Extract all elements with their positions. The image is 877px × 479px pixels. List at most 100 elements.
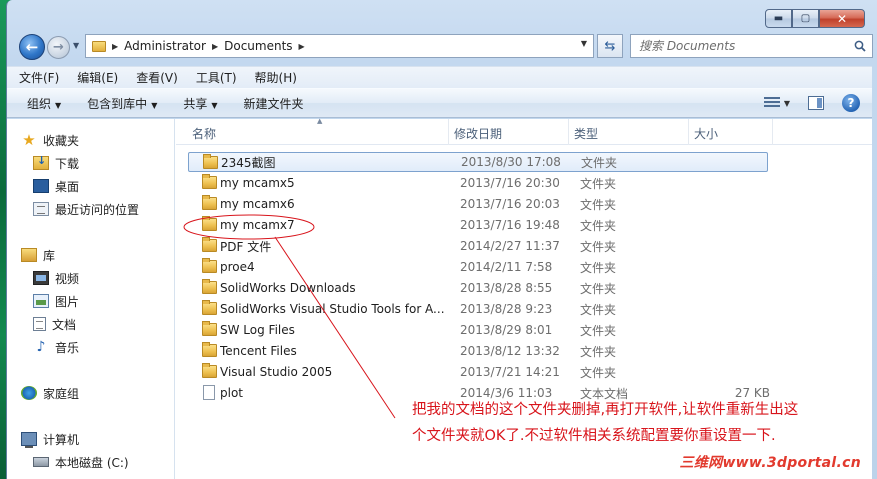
nav-recent[interactable]: 最近访问的位置 bbox=[33, 199, 139, 219]
nav-documents[interactable]: 文档 bbox=[33, 314, 76, 334]
file-date: 2013/8/29 8:01 bbox=[460, 323, 553, 337]
nav-homegroup[interactable]: 家庭组 bbox=[21, 383, 79, 403]
folder-icon bbox=[203, 154, 218, 169]
minimize-button[interactable]: ▬ bbox=[765, 9, 792, 28]
nav-local-disk[interactable]: 本地磁盘 (C:) bbox=[33, 452, 129, 472]
file-date: 2013/7/16 20:30 bbox=[460, 176, 560, 190]
new-folder-button[interactable]: 新建文件夹 bbox=[244, 95, 304, 112]
file-name: my mcamx6 bbox=[220, 197, 295, 211]
file-type: 文件夹 bbox=[580, 239, 617, 254]
chevron-right-icon[interactable]: ▶ bbox=[299, 42, 305, 51]
nav-recent-label: 最近访问的位置 bbox=[55, 202, 140, 217]
back-button[interactable]: ← bbox=[19, 34, 45, 60]
folder-icon bbox=[202, 279, 217, 294]
folder-icon bbox=[202, 237, 217, 252]
folder-row[interactable]: my mcamx7 2013/7/16 19:48 文件夹 bbox=[188, 215, 768, 235]
address-bar[interactable]: ▶ Administrator ▶ Documents ▶ ▼ bbox=[85, 34, 594, 58]
nav-libraries-label: 库 bbox=[43, 248, 56, 263]
forward-arrow-icon: → bbox=[53, 40, 64, 55]
file-name: Visual Studio 2005 bbox=[220, 365, 333, 379]
folder-row[interactable]: 2345截图 2013/8/30 17:08 文件夹 bbox=[188, 152, 768, 172]
view-options-icon[interactable] bbox=[763, 97, 780, 109]
folder-row[interactable]: SolidWorks Downloads 2013/8/28 8:55 文件夹 bbox=[188, 278, 768, 298]
nav-computer[interactable]: 计算机 bbox=[21, 429, 79, 449]
view-controls: ▼ ? bbox=[763, 94, 860, 112]
folder-row[interactable]: SolidWorks Visual Studio Tools for A... 2… bbox=[188, 299, 768, 319]
menu-edit[interactable]: 编辑(E) bbox=[77, 69, 118, 86]
menu-view[interactable]: 查看(V) bbox=[136, 69, 178, 86]
nav-pictures[interactable]: 图片 bbox=[33, 291, 79, 311]
chevron-down-icon[interactable]: ▼ bbox=[784, 99, 790, 108]
breadcrumb-documents[interactable]: Documents bbox=[224, 39, 292, 53]
file-date: 2013/8/28 9:23 bbox=[460, 302, 553, 316]
search-icon[interactable] bbox=[854, 40, 866, 52]
column-date[interactable]: 修改日期 bbox=[454, 125, 502, 142]
recent-pages-dropdown[interactable]: ▼ bbox=[73, 41, 79, 50]
file-name: PDF 文件 bbox=[220, 239, 272, 254]
address-dropdown-icon[interactable]: ▼ bbox=[581, 39, 587, 48]
folder-row[interactable]: SW Log Files 2013/8/29 8:01 文件夹 bbox=[188, 320, 768, 340]
hard-drive-icon bbox=[33, 457, 49, 467]
close-button[interactable]: ✕ bbox=[819, 9, 865, 28]
menu-tools[interactable]: 工具(T) bbox=[196, 69, 237, 86]
nav-computer-label: 计算机 bbox=[43, 432, 80, 447]
recent-places-icon bbox=[33, 202, 49, 216]
file-date: 2014/2/11 7:58 bbox=[460, 260, 553, 274]
breadcrumb-administrator[interactable]: Administrator bbox=[124, 39, 206, 53]
folder-row[interactable]: PDF 文件 2014/2/27 11:37 文件夹 bbox=[188, 236, 768, 256]
video-icon bbox=[33, 271, 49, 285]
nav-downloads[interactable]: 下载 bbox=[33, 153, 79, 173]
folder-icon bbox=[202, 363, 217, 378]
chevron-right-icon[interactable]: ▶ bbox=[112, 42, 118, 51]
preview-pane-icon[interactable] bbox=[808, 96, 824, 110]
folder-icon bbox=[202, 216, 217, 231]
folder-row[interactable]: Visual Studio 2005 2013/7/21 14:21 文件夹 bbox=[188, 362, 768, 382]
organize-label: 组织 bbox=[27, 96, 52, 111]
organize-button[interactable]: 组织 ▼ bbox=[27, 95, 61, 112]
column-divider[interactable] bbox=[772, 119, 773, 145]
share-button[interactable]: 共享 ▼ bbox=[183, 95, 217, 112]
help-icon[interactable]: ? bbox=[842, 94, 860, 112]
nav-favorites[interactable]: ★ 收藏夹 bbox=[21, 130, 79, 150]
folder-row[interactable]: proe4 2014/2/11 7:58 文件夹 bbox=[188, 257, 768, 277]
folder-icon bbox=[92, 40, 106, 52]
nav-videos[interactable]: 视频 bbox=[33, 268, 79, 288]
column-divider[interactable] bbox=[448, 119, 449, 145]
include-library-button[interactable]: 包含到库中 ▼ bbox=[87, 95, 157, 112]
file-date: 2013/8/28 8:55 bbox=[460, 281, 553, 295]
file-name: SW Log Files bbox=[220, 323, 295, 337]
nav-music[interactable]: ♪ 音乐 bbox=[33, 337, 79, 357]
folder-icon bbox=[202, 195, 217, 210]
file-date: 2013/7/16 20:03 bbox=[460, 197, 560, 211]
file-date: 2013/7/16 19:48 bbox=[460, 218, 560, 232]
nav-documents-label: 文档 bbox=[52, 317, 77, 332]
search-box[interactable] bbox=[630, 34, 873, 58]
file-name: Tencent Files bbox=[220, 344, 297, 358]
column-name[interactable]: 名称 bbox=[192, 125, 216, 142]
file-name: SolidWorks Visual Studio Tools for A... bbox=[220, 302, 445, 316]
desktop-icon bbox=[33, 179, 49, 193]
site-watermark: 三维网www.3dportal.cn bbox=[679, 455, 861, 471]
folder-row[interactable]: my mcamx5 2013/7/16 20:30 文件夹 bbox=[188, 173, 768, 193]
column-divider[interactable] bbox=[688, 119, 689, 145]
folder-row[interactable]: Tencent Files 2013/8/12 13:32 文件夹 bbox=[188, 341, 768, 361]
column-header-row: ▲ 名称 修改日期 类型 大小 bbox=[176, 117, 872, 145]
nav-libraries[interactable]: 库 bbox=[21, 245, 55, 265]
menu-file[interactable]: 文件(F) bbox=[19, 69, 59, 86]
search-input[interactable] bbox=[639, 39, 839, 53]
caption-buttons: ▬ ▢ ✕ bbox=[765, 9, 865, 28]
column-size[interactable]: 大小 bbox=[694, 125, 718, 142]
chevron-down-icon: ▼ bbox=[151, 100, 158, 110]
column-divider[interactable] bbox=[568, 119, 569, 145]
menu-help[interactable]: 帮助(H) bbox=[255, 69, 297, 86]
chevron-right-icon[interactable]: ▶ bbox=[212, 42, 218, 51]
nav-desktop-label: 桌面 bbox=[55, 179, 80, 194]
refresh-button[interactable]: ⇆ bbox=[597, 34, 623, 58]
column-type[interactable]: 类型 bbox=[574, 125, 598, 142]
nav-desktop[interactable]: 桌面 bbox=[33, 176, 79, 196]
maximize-button[interactable]: ▢ bbox=[792, 9, 819, 28]
forward-button[interactable]: → bbox=[47, 36, 70, 59]
folder-row[interactable]: my mcamx6 2013/7/16 20:03 文件夹 bbox=[188, 194, 768, 214]
documents-icon bbox=[33, 317, 46, 331]
nav-homegroup-label: 家庭组 bbox=[43, 386, 80, 401]
